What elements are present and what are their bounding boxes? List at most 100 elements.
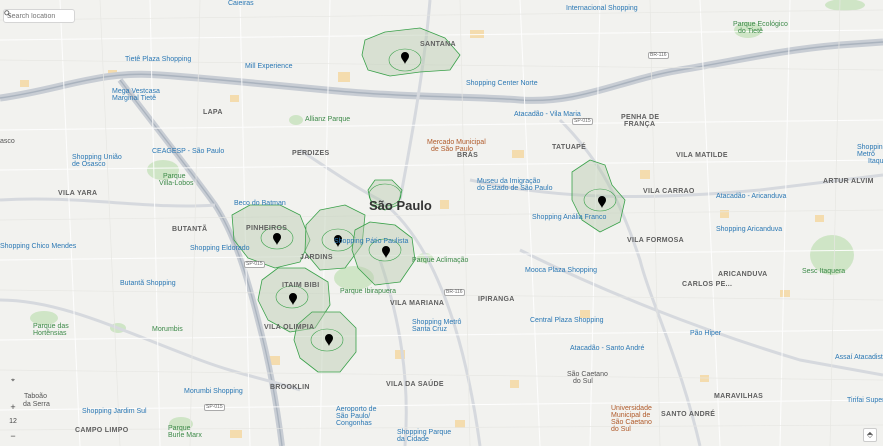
map-label: Allianz Parque bbox=[305, 116, 351, 123]
map-label: do Sul bbox=[573, 378, 593, 385]
map-label: LAPA bbox=[203, 109, 223, 116]
map-label: PENHA DE bbox=[621, 114, 660, 121]
map-label: Parque Ibirapuera bbox=[340, 288, 397, 295]
map-label: Morumbis bbox=[152, 326, 183, 333]
map-label: Aeroporto de bbox=[336, 406, 377, 413]
map-label: JARDINS bbox=[300, 254, 333, 261]
search-box[interactable] bbox=[3, 9, 75, 23]
map-label: Parque bbox=[163, 173, 186, 180]
map-label: BUTANTÃ bbox=[172, 226, 208, 233]
map-label: Parque Ecológico bbox=[733, 21, 788, 28]
map-label: Parque Aclimação bbox=[412, 257, 469, 264]
map-label: asco bbox=[0, 138, 15, 145]
map-label: Shopping Eldorado bbox=[190, 245, 250, 252]
map-label: TATUAPÉ bbox=[552, 144, 587, 151]
locate-icon[interactable]: ⌖ bbox=[6, 377, 20, 385]
map-label: VILA DA SAÚDE bbox=[386, 381, 444, 388]
map-label: São Caetano bbox=[567, 371, 608, 378]
map-label: Shopping União bbox=[72, 154, 122, 161]
map-label: Parque bbox=[168, 425, 191, 432]
map-label: Butantã Shopping bbox=[120, 280, 176, 287]
map-label: do Estado de São Paulo bbox=[477, 185, 553, 192]
map-label: BRÁS bbox=[457, 152, 479, 159]
map-label: MARAVILHAS bbox=[714, 393, 764, 400]
map-label: Mega Vestcasa bbox=[112, 88, 160, 95]
map-label: PERDIZES bbox=[292, 150, 330, 157]
map-label: de Osasco bbox=[72, 161, 106, 168]
map-label: VILA CARRAO bbox=[643, 188, 695, 195]
map-label: Tirifai Super bbox=[847, 397, 883, 404]
map-label: Central Plaza Shopping bbox=[530, 317, 604, 324]
map-label: CARLOS PE... bbox=[682, 281, 733, 288]
map-label: Atacadão - Santo André bbox=[570, 345, 645, 352]
highway-shield: SP-015 bbox=[572, 118, 593, 125]
map-label: Tietê Plaza Shopping bbox=[125, 56, 192, 63]
map-label: ARICANDUVA bbox=[718, 271, 768, 278]
map-label: Shopping Aricanduva bbox=[716, 226, 783, 233]
map-label: Burle Marx bbox=[168, 432, 202, 439]
search-input[interactable] bbox=[7, 12, 62, 20]
map-label: Itaqu... bbox=[868, 158, 883, 165]
highway-shield: BR-116 bbox=[648, 52, 669, 59]
map-label: Caieiras bbox=[228, 0, 254, 7]
map-label: Internacional Shopping bbox=[566, 5, 638, 12]
map-label: Universidade bbox=[611, 405, 652, 412]
map-label: Shopping Jardim Sul bbox=[82, 408, 147, 415]
map-label: de São Paulo bbox=[431, 146, 474, 153]
map-label: Villa-Lobos bbox=[159, 180, 194, 187]
zoom-in-button[interactable]: + bbox=[6, 402, 20, 412]
map-label: Shopping Pátio Paulista bbox=[334, 238, 409, 245]
zoom-level: 12 bbox=[9, 418, 17, 425]
map-canvas[interactable]: SANTANA LAPA PERDIZES BRÁS TATUAPÉ PENHA DE FR… bbox=[0, 0, 883, 446]
map-label: BROOKLIN bbox=[270, 384, 310, 391]
map-label: do Tietê bbox=[738, 28, 763, 35]
map-label: Shopping Parque bbox=[397, 429, 452, 436]
map-label: Congonhas bbox=[336, 420, 372, 427]
map-label: CAMPO LIMPO bbox=[75, 427, 129, 434]
map-label: Taboão bbox=[24, 393, 47, 400]
zoom-out-button[interactable]: − bbox=[6, 431, 20, 441]
map-label: Marginal Tietê bbox=[112, 95, 156, 102]
map-label: Pão Hiper bbox=[690, 330, 722, 337]
map-label: Shopping Chico Mendes bbox=[0, 243, 77, 250]
map-label: FRANÇA bbox=[624, 121, 656, 128]
map-label: Santa Cruz bbox=[412, 326, 448, 333]
layers-icon[interactable]: ⬘ bbox=[863, 428, 877, 442]
map-label: Beco do Batman bbox=[234, 200, 286, 207]
map-label: VILA YARA bbox=[58, 190, 98, 197]
map-label: Mercado Municipal bbox=[427, 139, 486, 146]
map-label: São Caetano bbox=[611, 419, 652, 426]
map-label: Mooca Plaza Shopping bbox=[525, 267, 597, 274]
map-label: Mill Experience bbox=[245, 63, 293, 70]
map-label: Assaí Atacadista bbox=[835, 354, 883, 361]
map-label: CEAGESP - São Paulo bbox=[152, 148, 225, 155]
map-label: SANTANA bbox=[420, 41, 456, 48]
map-label: IPIRANGA bbox=[478, 296, 515, 303]
highway-shield: SP-015 bbox=[204, 404, 225, 411]
map-label: VILA OLIMPIA bbox=[264, 324, 315, 331]
map-label: ITAIM BIBI bbox=[282, 282, 320, 289]
map-label: da Cidade bbox=[397, 436, 429, 443]
map-label: Hortênsias bbox=[33, 330, 67, 337]
map-label: Atacadão - Vila Maria bbox=[514, 111, 581, 118]
map-label: Municipal de bbox=[611, 412, 651, 419]
map-label: Sesc Itaquera bbox=[802, 268, 846, 275]
map-label: Shopping Metrô bbox=[412, 319, 462, 326]
map-label: SANTO ANDRÉ bbox=[661, 411, 716, 418]
map-label: Metrô bbox=[857, 151, 875, 158]
map-label: VILA MARIANA bbox=[390, 300, 445, 307]
map-label: Morumbi Shopping bbox=[184, 388, 243, 395]
map-label: Shopping Center Norte bbox=[466, 80, 538, 87]
map-label: Atacadão - Aricanduva bbox=[716, 193, 787, 200]
map-label: Parque das bbox=[33, 323, 69, 330]
map-label: Shopping bbox=[857, 144, 883, 151]
highway-shield: SP-015 bbox=[244, 261, 265, 268]
map-label: do Sul bbox=[611, 426, 631, 433]
map-label: da Serra bbox=[23, 401, 50, 408]
basemap-layer bbox=[0, 0, 883, 446]
map-label: Museu da Imigração bbox=[477, 178, 541, 185]
map-label: Shopping Anália Franco bbox=[532, 214, 607, 221]
map-label: ARTUR ALVIM bbox=[823, 178, 874, 185]
map-label: VILA FORMOSA bbox=[627, 237, 685, 244]
map-label: VILA MATILDE bbox=[676, 152, 728, 159]
